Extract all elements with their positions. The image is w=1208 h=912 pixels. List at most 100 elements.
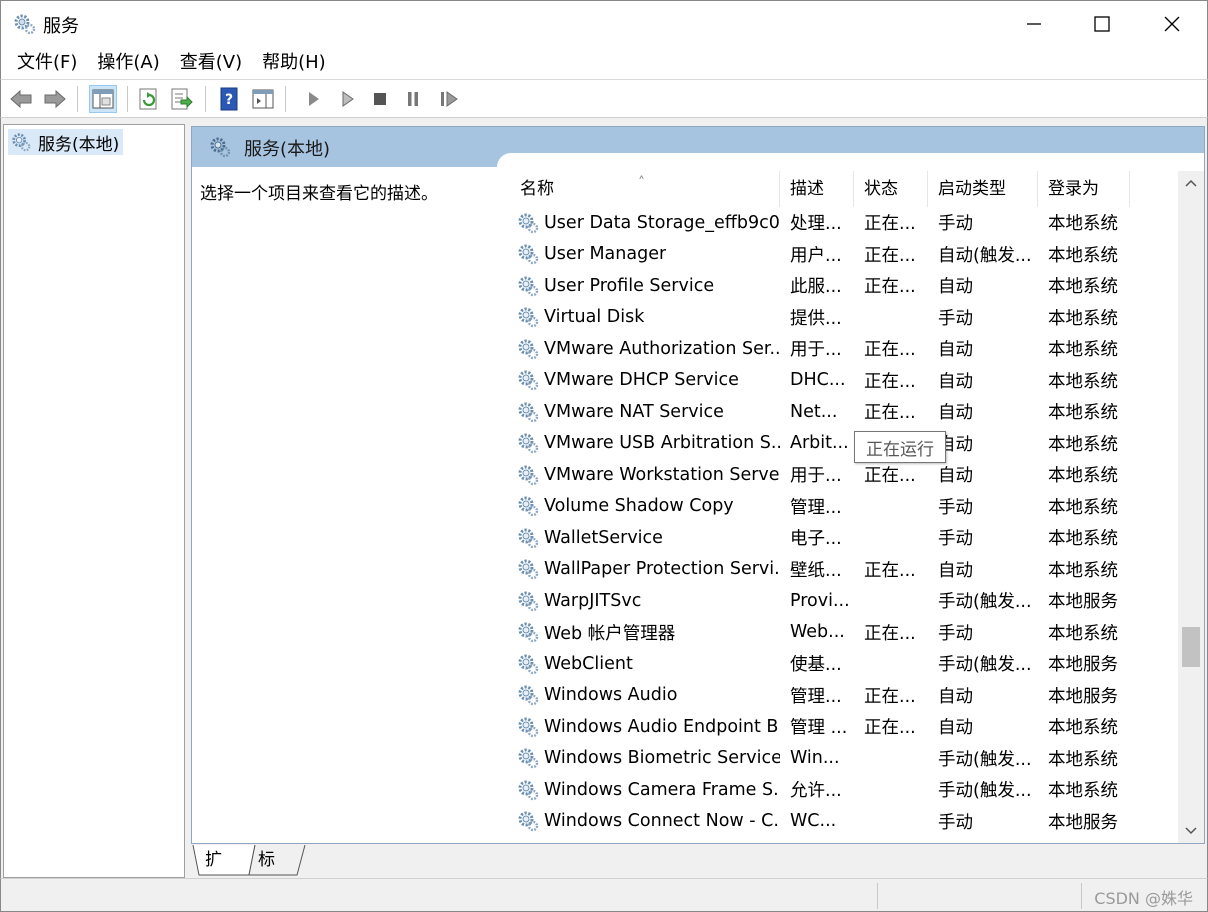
service-gear-icon [518,811,539,832]
table-row[interactable]: Virtual Disk 提供... 手动 本地系统 [510,302,1182,334]
table-row[interactable]: VMware USB Arbitration S... Arbit... 自动 本地系… [510,428,1182,460]
table-row[interactable]: Windows Audio 管理... 正在... 自动 本地服务 [510,680,1182,712]
service-gear-icon [518,559,539,580]
service-status: 正在... [864,277,916,298]
service-name: WebClient [544,653,633,674]
table-row[interactable]: User Manager 用户... 正在... 自动(触发... 本地系统 [510,239,1182,271]
status-tooltip: 正在运行 [854,431,946,463]
tab-standard[interactable]: 标准 [252,845,281,900]
service-name-cell: Web 帐户管理器 [510,620,780,645]
service-gear-icon [518,402,539,422]
minimize-button[interactable] [999,1,1069,47]
close-button[interactable] [1137,1,1207,47]
service-name: WalletService [544,527,663,548]
column-header-log-on-as[interactable]: 登录为 [1038,171,1130,207]
service-log-on-as: 本地服务 [1048,592,1118,613]
toolbar-separator [127,86,128,112]
service-description: 提供... [790,308,842,329]
table-row[interactable]: WallPaper Protection Servi... 壁纸... 正在... 自… [510,554,1182,586]
menu-view[interactable]: 查看(V) [170,46,252,80]
service-name-cell: Virtual Disk [510,305,780,329]
column-header-name[interactable]: 名称 ˄ [510,171,780,207]
pause-service-button[interactable] [399,85,427,113]
service-startup-type: 手动 [938,812,973,833]
restart-service-button[interactable] [435,85,463,113]
status-divider [877,883,878,909]
table-row[interactable]: VMware Workstation Server 用于... 正在... 自动 本地系… [510,459,1182,491]
scroll-up-button[interactable] [1178,171,1204,195]
vertical-scrollbar[interactable] [1178,171,1204,843]
chevron-down-icon [1185,827,1197,835]
scrollbar-thumb[interactable] [1182,627,1200,667]
table-row[interactable]: WarpJITSvc Provi... 手动(触发... 本地服务 [510,585,1182,617]
stop-service-button[interactable] [366,85,394,113]
service-description: 管理... [790,497,842,518]
column-header-name-label: 名称 [520,179,554,199]
table-row[interactable]: Volume Shadow Copy 管理... 手动 本地系统 [510,491,1182,523]
service-description: 管理 ... [790,718,848,739]
maximize-button[interactable] [1067,1,1137,47]
refresh-button[interactable] [135,85,163,113]
tab-extended[interactable]: 扩展 [199,845,228,900]
service-gear-icon [518,654,539,674]
table-row[interactable]: WalletService 电子... 手动 本地系统 [510,522,1182,554]
tree-item-label: 服务(本地) [38,134,120,155]
watermark-text: CSDN @姝华 [1094,889,1193,908]
header-tab-shape [497,153,1204,167]
menu-action[interactable]: 操作(A) [87,46,169,80]
show-action-pane-button[interactable] [249,85,277,113]
action-pane-icon [252,89,274,109]
service-name: VMware USB Arbitration S... [544,433,780,454]
service-status: 正在... [864,403,916,424]
table-row[interactable]: Windows Biometric Service Win... 手动(触发... 本… [510,743,1182,775]
service-name: Volume Shadow Copy [544,496,734,517]
table-row[interactable]: Windows Connect Now - C... WC... 手动 本地服务 [510,806,1182,838]
back-button[interactable] [7,85,35,113]
table-row[interactable]: User Profile Service 此服... 正在... 自动 本地系统 [510,270,1182,302]
table-row[interactable]: VMware Authorization Ser... 用于... 正在... 自动 本… [510,333,1182,365]
service-name: User Data Storage_effb9c0 [544,212,780,233]
tree-item-services-local[interactable]: 服务(本地) [8,129,124,155]
description-prompt: 选择一个项目来查看它的描述。 [200,184,438,204]
service-name: Virtual Disk [544,307,645,328]
service-startup-type: 手动 [938,308,973,329]
service-description: DHC... [790,370,846,391]
table-row[interactable]: VMware NAT Service Net... 正在... 自动 本地系统 [510,396,1182,428]
toolbar-separator [285,86,286,112]
menu-help[interactable]: 帮助(H) [252,46,336,80]
table-row[interactable]: Windows Audio Endpoint B... 管理 ... 正在... 自动… [510,711,1182,743]
service-name: Windows Camera Frame S... [544,779,780,800]
service-name-cell: VMware Workstation Server [510,463,780,487]
column-header-status[interactable]: 状态 [854,171,928,207]
service-name-cell: VMware DHCP Service [510,368,780,392]
service-gear-icon [518,213,539,233]
start-service-button[interactable] [299,85,327,113]
column-header-startup-type[interactable]: 启动类型 [928,171,1038,207]
service-name: Windows Audio Endpoint B... [544,716,780,737]
column-header-description[interactable]: 描述 [780,171,854,207]
service-name: Windows Biometric Service [544,748,780,769]
service-startup-type: 自动(触发... [938,245,1032,266]
service-log-on-as: 本地系统 [1048,529,1118,550]
column-headers: 名称 ˄ 描述 状态 启动类型 登录为 [510,171,1182,207]
show-hide-console-tree-button[interactable] [89,85,117,113]
service-startup-type: 自动 [938,466,973,487]
forward-button[interactable] [41,85,69,113]
service-gear-icon [518,370,539,391]
table-row[interactable]: VMware DHCP Service DHC... 正在... 自动 本地系统 [510,365,1182,397]
service-status: 正在... [864,560,916,581]
scroll-down-button[interactable] [1178,819,1204,843]
help-button[interactable]: ? [215,85,243,113]
menu-file[interactable]: 文件(F) [7,46,87,80]
table-row[interactable]: Windows Camera Frame S... 允许... 手动(触发... 本地… [510,774,1182,806]
services-panel: 服务(本地) 选择一个项目来查看它的描述。 名称 ˄ 描述 状态 启动类型 登录… [191,126,1205,844]
export-list-button[interactable] [167,85,195,113]
table-row[interactable]: WebClient 使基... 手动(触发... 本地服务 [510,648,1182,680]
service-description: Web... [790,622,845,643]
table-row[interactable]: User Data Storage_effb9c0 处理... 正在... 手动 本地系… [510,207,1182,239]
service-description: 允许... [790,781,842,802]
start-service-params-button[interactable] [333,85,361,113]
service-name-cell: VMware Authorization Ser... [510,337,780,361]
table-row[interactable]: Web 帐户管理器 Web... 正在... 手动 本地系统 [510,617,1182,649]
service-gear-icon [518,528,539,548]
